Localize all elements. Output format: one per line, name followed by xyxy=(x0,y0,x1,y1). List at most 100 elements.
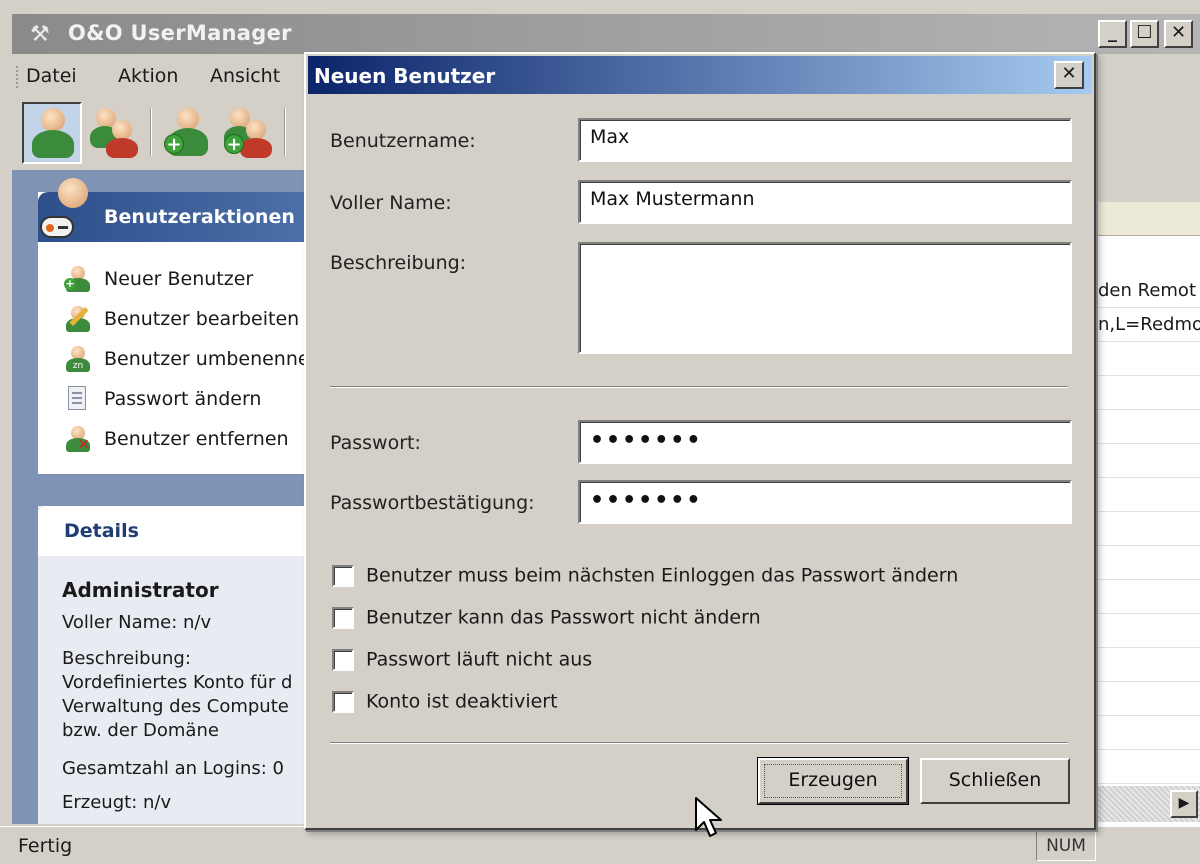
user-actions-title: Benutzeraktionen xyxy=(104,206,295,228)
toolbar-add-user-button[interactable]: + xyxy=(158,102,218,164)
action-rename-user[interactable]: zn Benutzer umbenennen xyxy=(64,346,322,374)
password-confirm-field[interactable]: ••••••• xyxy=(578,480,1072,524)
divider xyxy=(330,742,1068,744)
toolbar-separator xyxy=(284,108,286,156)
list-item[interactable]: den Remot xyxy=(1094,274,1200,308)
menubar-grip xyxy=(16,66,19,88)
remove-user-icon: ✕ xyxy=(64,426,90,452)
close-button[interactable]: Schließen xyxy=(920,758,1070,804)
menu-aktion[interactable]: Aktion xyxy=(118,65,178,87)
list-item[interactable] xyxy=(1094,682,1200,716)
checkbox-label: Passwort läuft nicht aus xyxy=(366,648,593,671)
list-item[interactable] xyxy=(1094,580,1200,614)
description-field[interactable] xyxy=(578,242,1072,354)
num-lock-indicator: NUM xyxy=(1036,831,1096,861)
details-user-name: Administrator xyxy=(62,578,219,602)
users-icon xyxy=(90,108,138,158)
add-users-icon: + xyxy=(224,108,272,158)
fullname-label: Voller Name: xyxy=(330,192,452,214)
user-icon xyxy=(32,108,74,158)
details-panel: Details Administrator Voller Name: n/v B… xyxy=(38,506,312,824)
action-label: Benutzer bearbeiten xyxy=(104,308,300,330)
list-item[interactable] xyxy=(1094,750,1200,784)
username-label: Benutzername: xyxy=(330,130,476,152)
mouse-cursor-icon xyxy=(695,797,722,837)
checkbox-cannot-change[interactable]: Benutzer kann das Passwort nicht ändern xyxy=(332,606,761,632)
rename-user-icon: zn xyxy=(64,346,90,372)
details-header[interactable]: Details xyxy=(38,506,312,556)
description-label: Beschreibung: xyxy=(330,252,467,274)
create-button[interactable]: Erzeugen xyxy=(757,757,909,805)
details-full-name: Voller Name: n/v xyxy=(62,612,212,633)
list-item[interactable]: n,L=Redmo xyxy=(1094,308,1200,342)
action-label: Passwort ändern xyxy=(104,388,262,410)
action-change-password[interactable]: Passwort ändern xyxy=(64,386,261,414)
checkbox-account-disabled[interactable]: Konto ist deaktiviert xyxy=(332,690,558,716)
checkbox[interactable] xyxy=(332,648,354,671)
maximize-button[interactable]: ☐ xyxy=(1130,20,1159,48)
checkbox-change-at-login[interactable]: Benutzer muss beim nächsten Einloggen da… xyxy=(332,564,958,590)
main-titlebar[interactable]: ⚒ O&O UserManager _ ☐ ✕ xyxy=(12,14,1200,54)
fullname-field[interactable]: Max Mustermann xyxy=(578,180,1072,224)
checkbox[interactable] xyxy=(332,564,354,587)
list-item[interactable] xyxy=(1094,512,1200,546)
details-logins: Gesamtzahl an Logins: 0 xyxy=(62,758,284,779)
edit-user-icon xyxy=(64,306,90,332)
list-item[interactable] xyxy=(1094,546,1200,580)
action-label: Benutzer entfernen xyxy=(104,428,289,450)
details-description-line: Verwaltung des Compute xyxy=(62,696,289,717)
checkbox-label: Konto ist deaktiviert xyxy=(366,690,558,713)
toolbar-user-button[interactable] xyxy=(22,102,82,164)
list-item[interactable] xyxy=(1094,410,1200,444)
action-label: Benutzer umbenennen xyxy=(104,348,322,370)
add-user-icon: + xyxy=(64,266,90,292)
list-item[interactable] xyxy=(1094,614,1200,648)
dialog-close-button[interactable]: ✕ xyxy=(1054,61,1084,89)
dialog-title: Neuen Benutzer xyxy=(314,64,496,88)
menubar: Datei Aktion Ansicht xyxy=(12,56,308,98)
toolbar-users-button[interactable] xyxy=(84,102,144,164)
toolbar-add-users-button[interactable]: + xyxy=(218,102,278,164)
username-field[interactable]: Max xyxy=(578,118,1072,162)
action-edit-user[interactable]: Benutzer bearbeiten xyxy=(64,306,299,334)
checkbox[interactable] xyxy=(332,606,354,629)
list-item[interactable] xyxy=(1094,648,1200,682)
dialog-titlebar[interactable]: Neuen Benutzer ✕ xyxy=(308,56,1092,94)
action-remove-user[interactable]: ✕ Benutzer entfernen xyxy=(64,426,289,454)
scroll-right-icon[interactable]: ▶ xyxy=(1170,790,1198,818)
password-confirm-label: Passwortbestätigung: xyxy=(330,492,535,514)
horizontal-scrollbar[interactable]: ▶ xyxy=(1094,786,1200,822)
action-new-user[interactable]: + Neuer Benutzer xyxy=(64,266,253,294)
status-text: Fertig xyxy=(18,835,73,857)
checkbox-never-expires[interactable]: Passwort läuft nicht aus xyxy=(332,648,592,674)
status-bar: Fertig NUM xyxy=(0,826,1200,864)
close-window-button[interactable]: ✕ xyxy=(1164,20,1193,48)
toolbar: + + xyxy=(12,98,308,168)
menu-ansicht[interactable]: Ansicht xyxy=(210,65,280,87)
user-list: den Remot n,L=Redmo xyxy=(1094,236,1200,844)
new-user-dialog: Neuen Benutzer ✕ Benutzername: Max Volle… xyxy=(304,52,1096,830)
menu-datei[interactable]: Datei xyxy=(26,65,77,87)
checkbox-label: Benutzer kann das Passwort nicht ändern xyxy=(366,606,761,629)
task-pane: Benutzeraktionen + Neuer Benutzer Benutz… xyxy=(12,170,322,824)
list-item[interactable] xyxy=(1094,444,1200,478)
list-item[interactable] xyxy=(1094,376,1200,410)
list-item[interactable] xyxy=(1094,342,1200,376)
app-title: O&O UserManager xyxy=(68,21,292,45)
checkbox-label: Benutzer muss beim nächsten Einloggen da… xyxy=(366,564,959,587)
toolbar-separator xyxy=(150,108,152,156)
password-label: Passwort: xyxy=(330,432,421,454)
details-description-line: Vordefiniertes Konto für d xyxy=(62,672,293,693)
list-header[interactable] xyxy=(1094,202,1200,236)
password-field[interactable]: ••••••• xyxy=(578,420,1072,464)
details-description-line: bzw. der Domäne xyxy=(62,720,219,741)
app-logo-icon: ⚒ xyxy=(30,22,50,47)
divider xyxy=(330,386,1068,388)
list-item[interactable] xyxy=(1094,716,1200,750)
details-title: Details xyxy=(64,520,139,542)
checkbox[interactable] xyxy=(332,690,354,713)
list-item[interactable] xyxy=(1094,478,1200,512)
password-icon xyxy=(64,386,90,412)
minimize-button[interactable]: _ xyxy=(1098,20,1127,48)
details-created: Erzeugt: n/v xyxy=(62,792,172,813)
